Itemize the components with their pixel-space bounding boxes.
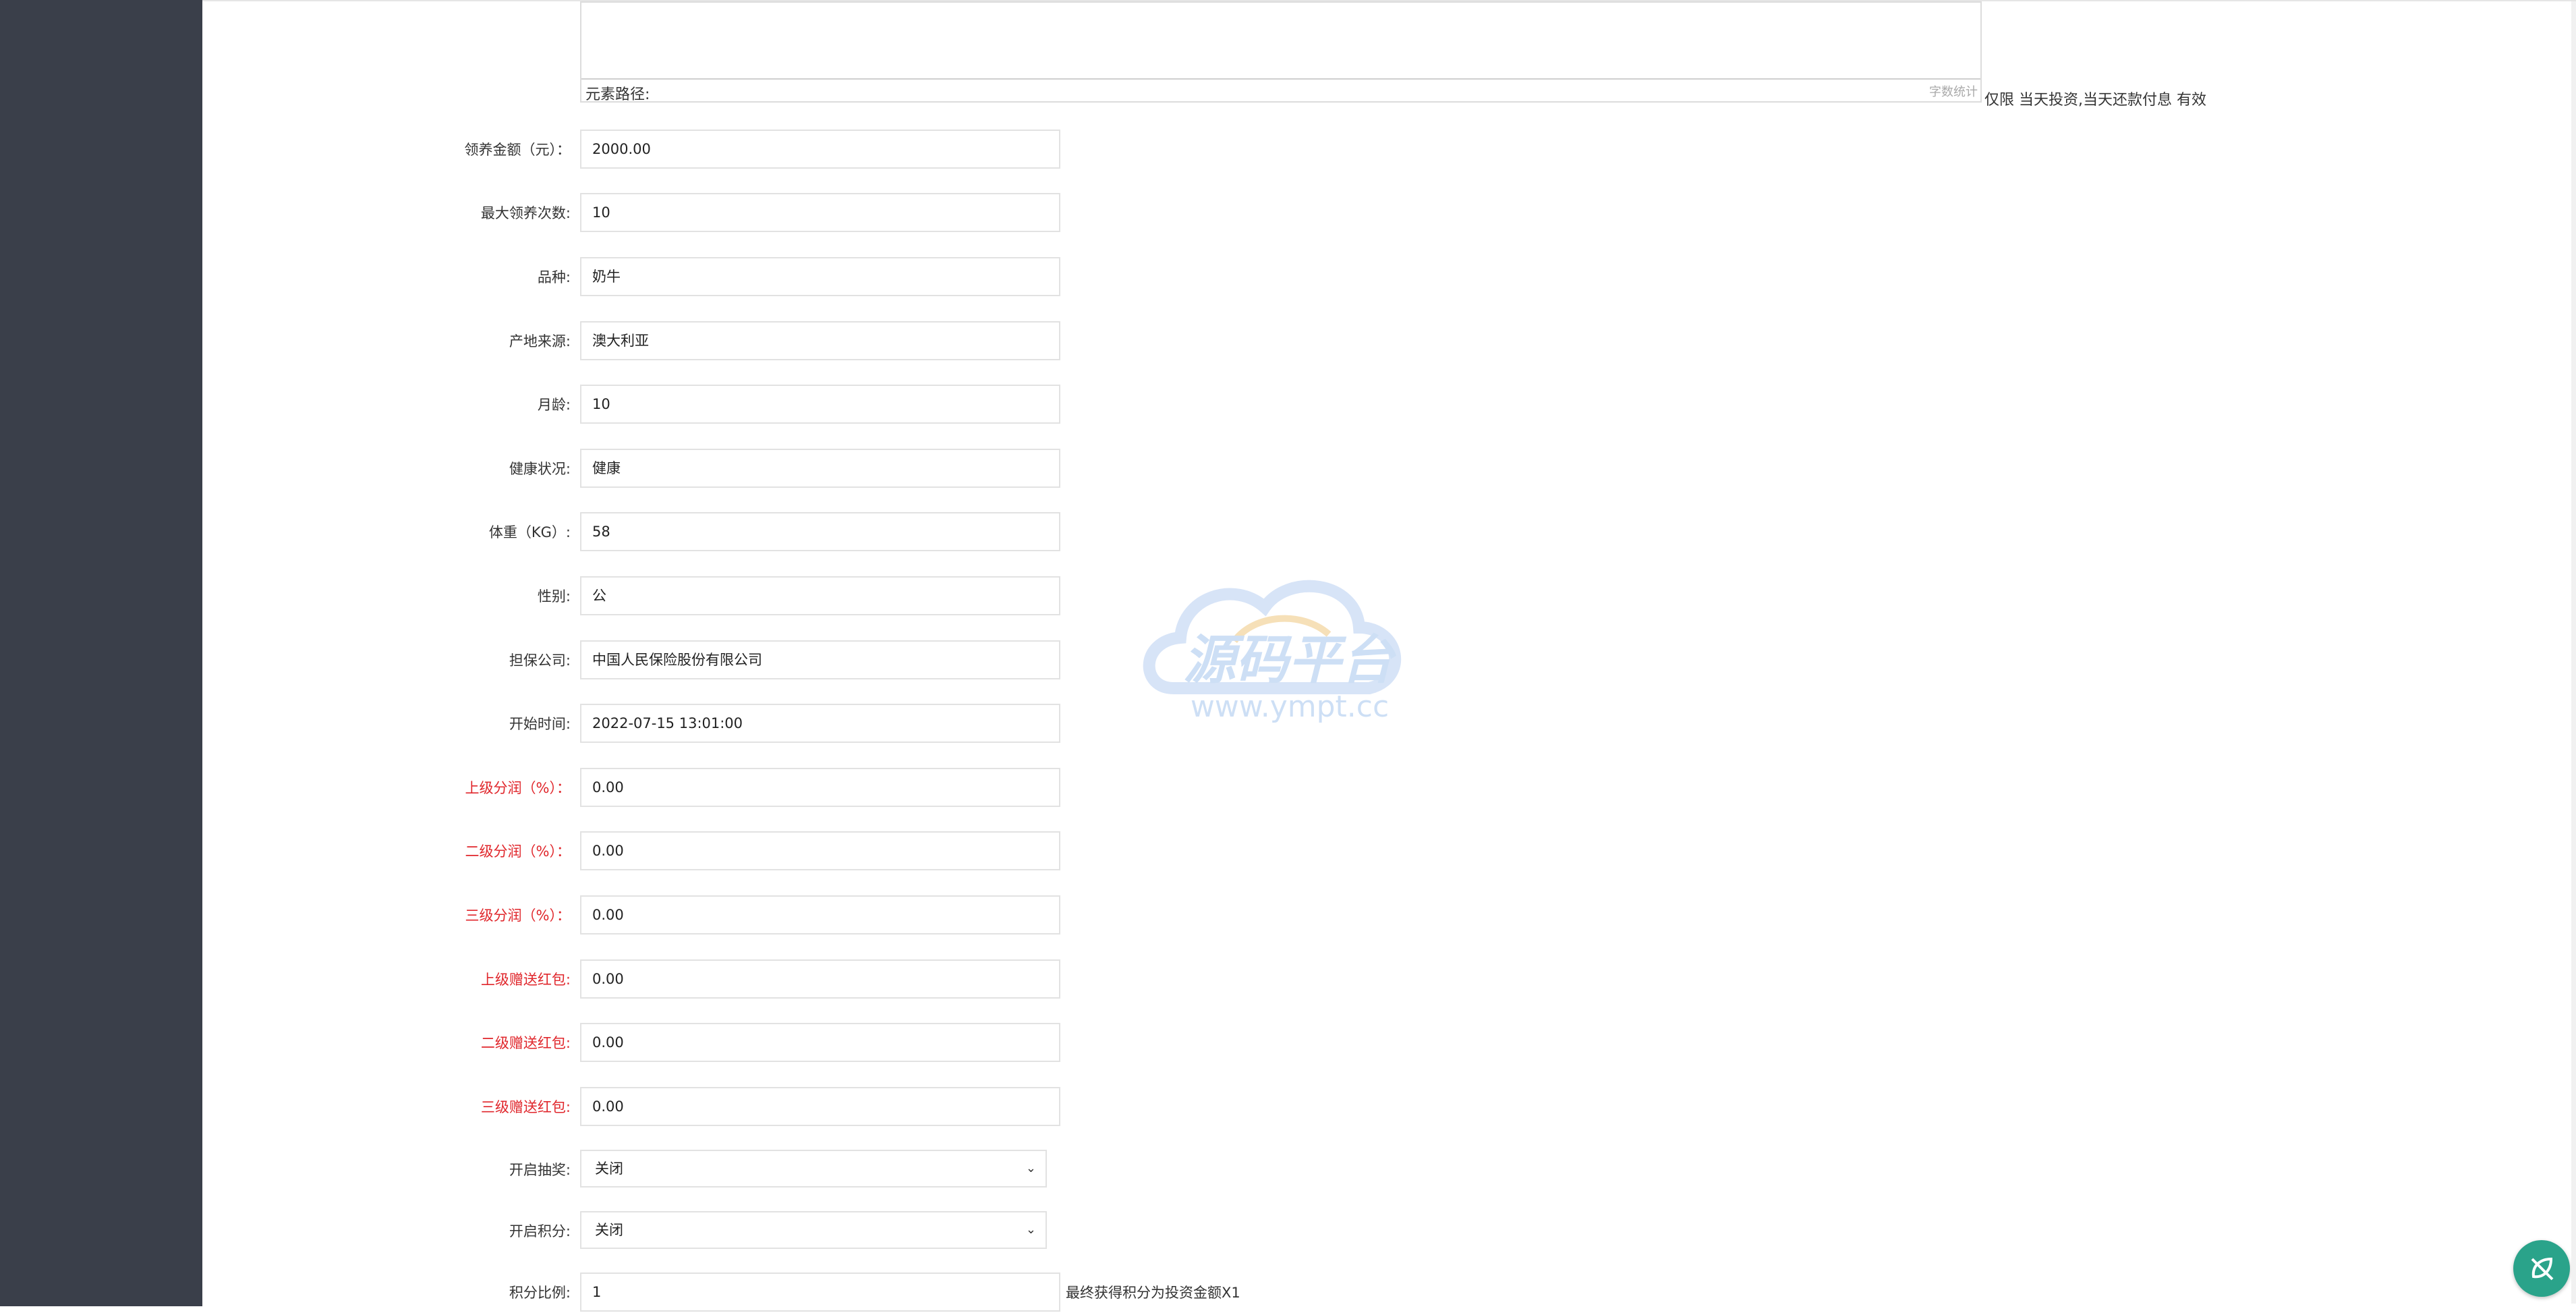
guarantor-input[interactable]: 中国人民保险股份有限公司: [580, 640, 1060, 679]
field-row-health: 健康状况: 健康: [202, 449, 1214, 489]
gender-input[interactable]: 公: [580, 576, 1060, 615]
field-row-level1-redpacket: 上级赠送红包: 0.00: [202, 959, 1214, 1000]
watermark-title: 源码平台: [1183, 630, 1397, 691]
age-months-input[interactable]: 10: [580, 385, 1060, 424]
leaf-icon: [2531, 1257, 2554, 1281]
chevron-down-icon: ⌄: [1025, 1223, 1036, 1237]
field-label: 上级分润（%）：: [465, 780, 571, 796]
rich-text-editor[interactable]: 元素路径: 字数统计: [580, 1, 1982, 103]
watermark-logo: 源码平台 www.ympt.cc: [1143, 580, 1402, 724]
field-row-start-time: 开始时间: 2022-07-15 13:01:00: [202, 704, 1214, 744]
level1-share-input[interactable]: 0.00: [580, 768, 1060, 807]
field-label: 开始时间:: [509, 716, 571, 732]
editor-word-count: 字数统计: [1929, 85, 1978, 99]
field-label: 三级赠送红包:: [480, 1099, 571, 1115]
field-label: 开启抽奖:: [509, 1162, 571, 1178]
breed-input[interactable]: 奶牛: [580, 257, 1060, 296]
field-label: 领养金额（元）：: [464, 142, 571, 158]
field-row-level1-share: 上级分润（%）： 0.00: [202, 768, 1214, 808]
field-label: 体重（KG）:: [488, 524, 571, 540]
field-label: 积分比例:: [509, 1285, 571, 1301]
max-times-input[interactable]: 10: [580, 193, 1060, 232]
field-row-weight: 体重（KG）: 58: [202, 512, 1214, 553]
health-input[interactable]: 健康: [580, 449, 1060, 488]
repayment-note: 仅限 当天投资,当天还款付息 有效: [1984, 92, 2206, 109]
weight-input[interactable]: 58: [580, 512, 1060, 551]
field-row-points: 开启积分: 关闭 ⌄: [202, 1211, 1214, 1252]
field-row-lottery: 开启抽奖: 关闭 ⌄: [202, 1150, 1214, 1190]
field-row-amount: 领养金额（元）： 2000.00: [202, 130, 1214, 170]
field-label: 上级赠送红包:: [480, 972, 571, 988]
points-ratio-hint: 最终获得积分为投资金额X1: [1066, 1285, 1240, 1301]
field-label: 三级分润（%）：: [465, 907, 571, 924]
points-select[interactable]: 关闭 ⌄: [580, 1211, 1047, 1249]
lottery-select-value: 关闭: [595, 1161, 623, 1177]
lottery-select[interactable]: 关闭 ⌄: [580, 1150, 1047, 1188]
scrollbar[interactable]: [2571, 1, 2576, 1304]
points-select-value: 关闭: [595, 1222, 623, 1238]
level2-redpacket-input[interactable]: 0.00: [580, 1023, 1060, 1062]
level1-redpacket-input[interactable]: 0.00: [580, 959, 1060, 999]
field-label: 健康状况:: [509, 461, 571, 477]
field-row-guarantor: 担保公司: 中国人民保险股份有限公司: [202, 640, 1214, 681]
editor-element-path: 元素路径:: [585, 86, 650, 103]
field-row-level2-redpacket: 二级赠送红包: 0.00: [202, 1023, 1214, 1063]
field-row-origin: 产地来源: 澳大利亚: [202, 321, 1214, 362]
field-label: 开启积分:: [509, 1223, 571, 1239]
watermark-url: www.ympt.cc: [1191, 690, 1389, 724]
field-row-breed: 品种: 奶牛: [202, 257, 1214, 298]
level2-share-input[interactable]: 0.00: [580, 831, 1060, 870]
field-label: 担保公司:: [509, 652, 571, 669]
points-ratio-input[interactable]: 1: [580, 1273, 1060, 1312]
field-row-level3-share: 三级分润（%）： 0.00: [202, 895, 1214, 936]
floating-action-button[interactable]: [2513, 1240, 2570, 1297]
field-row-level3-redpacket: 三级赠送红包: 0.00: [202, 1087, 1214, 1127]
field-row-gender: 性别: 公: [202, 576, 1214, 617]
field-row-level2-share: 二级分润（%）： 0.00: [202, 831, 1214, 872]
field-row-age-months: 月龄: 10: [202, 385, 1214, 425]
editor-content-area[interactable]: [581, 3, 1980, 80]
sidebar: [0, 0, 202, 1306]
field-label: 月龄:: [537, 397, 571, 413]
origin-input[interactable]: 澳大利亚: [580, 321, 1060, 360]
field-label: 性别:: [537, 588, 571, 605]
field-label: 二级赠送红包:: [480, 1035, 571, 1051]
field-label: 产地来源:: [509, 333, 571, 350]
start-time-input[interactable]: 2022-07-15 13:01:00: [580, 704, 1060, 743]
chevron-down-icon: ⌄: [1025, 1161, 1036, 1175]
field-label: 最大领养次数:: [480, 205, 571, 221]
level3-redpacket-input[interactable]: 0.00: [580, 1087, 1060, 1126]
level3-share-input[interactable]: 0.00: [580, 895, 1060, 934]
field-row-points-ratio: 积分比例: 1 最终获得积分为投资金额X1: [202, 1273, 1240, 1313]
field-label: 品种:: [537, 269, 571, 285]
field-row-max-times: 最大领养次数: 10: [202, 193, 1214, 233]
field-label: 二级分润（%）：: [465, 843, 571, 860]
amount-input[interactable]: 2000.00: [580, 130, 1060, 169]
